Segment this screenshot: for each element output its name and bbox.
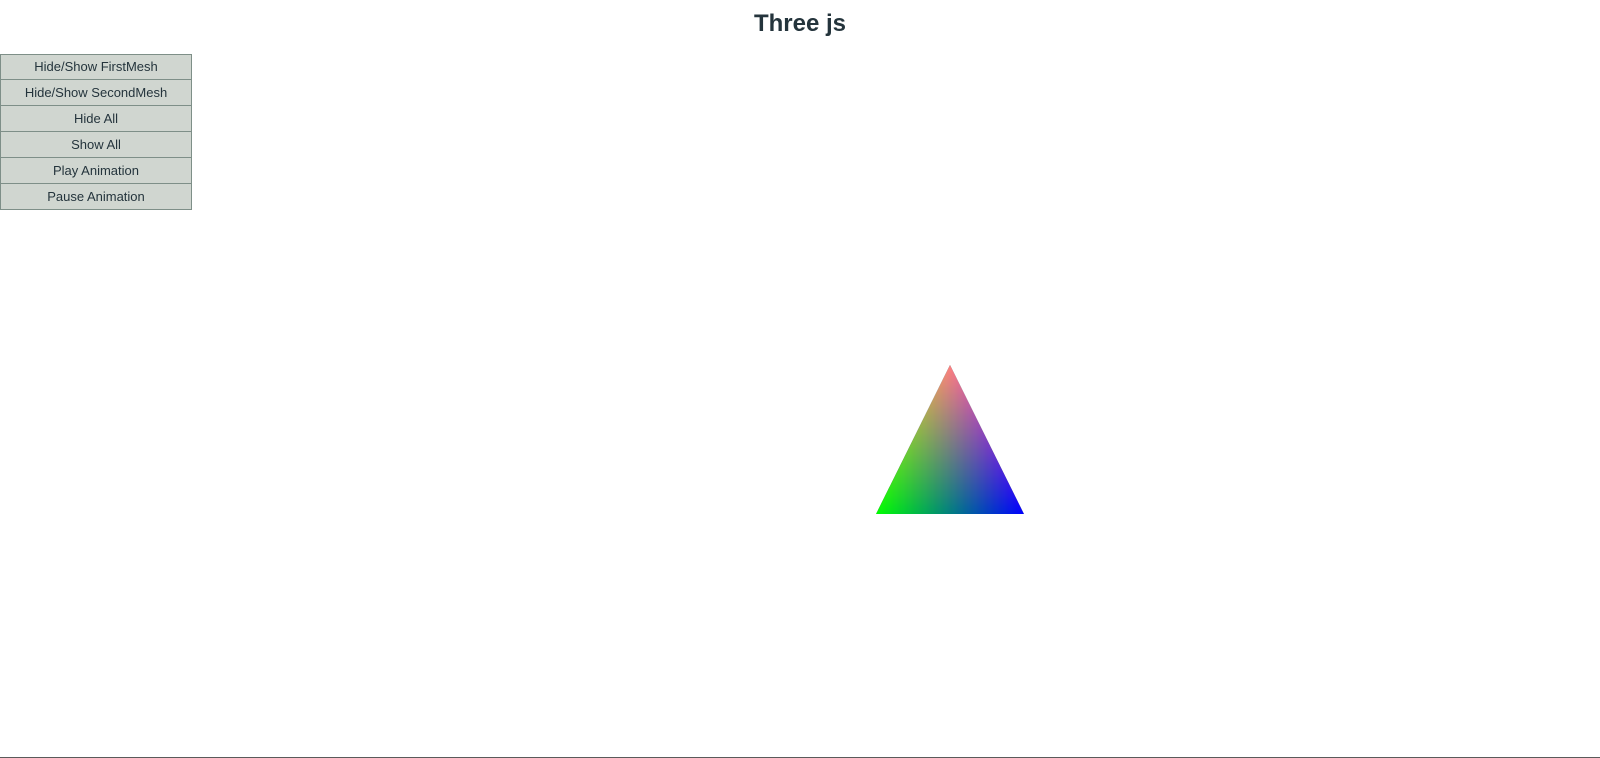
play-animation-button[interactable]: Play Animation [0,158,192,184]
hide-all-button[interactable]: Hide All [0,106,192,132]
pause-animation-button[interactable]: Pause Animation [0,184,192,210]
toggle-second-mesh-button[interactable]: Hide/Show SecondMesh [0,80,192,106]
control-panel: Hide/Show FirstMesh Hide/Show SecondMesh… [0,54,192,210]
color-triangle-mesh [876,365,1024,514]
page: Three js Hide/Show FirstMesh Hide/Show S… [0,0,1600,758]
show-all-button[interactable]: Show All [0,132,192,158]
webgl-viewport[interactable] [0,0,1600,758]
page-title: Three js [753,10,847,37]
toggle-first-mesh-button[interactable]: Hide/Show FirstMesh [0,54,192,80]
triangle-blue-layer [876,365,1024,514]
